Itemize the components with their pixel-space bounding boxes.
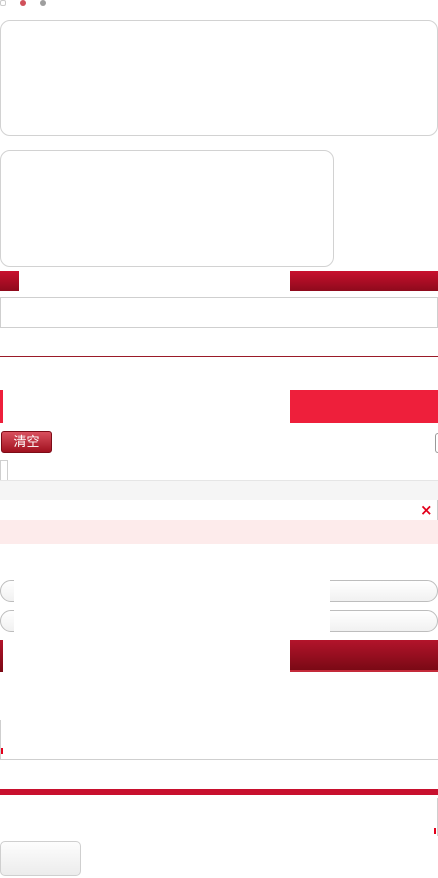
pill-field-1-overlay: [14, 576, 330, 606]
compose-panel[interactable]: [0, 150, 334, 267]
gray-band: [0, 480, 438, 500]
maximize-window-icon[interactable]: [40, 0, 46, 6]
left-dark-marker[interactable]: [0, 640, 3, 672]
clear-button[interactable]: 清空: [1, 431, 52, 453]
pill-field-2-overlay: [14, 606, 330, 636]
close-window-icon[interactable]: [0, 0, 6, 6]
bottom-textarea[interactable]: [0, 798, 438, 836]
right-tab-bar[interactable]: [290, 271, 438, 291]
submit-button[interactable]: [0, 841, 81, 876]
left-highlight-marker[interactable]: [0, 390, 3, 423]
section-divider: [0, 356, 438, 357]
window-controls: [0, 0, 50, 8]
message-panel[interactable]: [0, 20, 438, 136]
lower-input-frame[interactable]: [0, 720, 438, 760]
text-input-frame[interactable]: [0, 297, 438, 328]
highlight-bar[interactable]: [290, 390, 438, 423]
red-separator: [0, 789, 438, 795]
small-field[interactable]: [0, 460, 8, 481]
notice-row: [0, 500, 438, 520]
dark-red-bar[interactable]: [290, 640, 438, 672]
bottom-textarea-marker: [434, 828, 436, 834]
left-tab-marker[interactable]: [0, 271, 19, 291]
pink-notice-band: [0, 520, 438, 544]
lower-input-marker: [1, 748, 3, 754]
minimize-window-icon[interactable]: [20, 0, 26, 6]
close-icon[interactable]: ×: [420, 503, 433, 518]
